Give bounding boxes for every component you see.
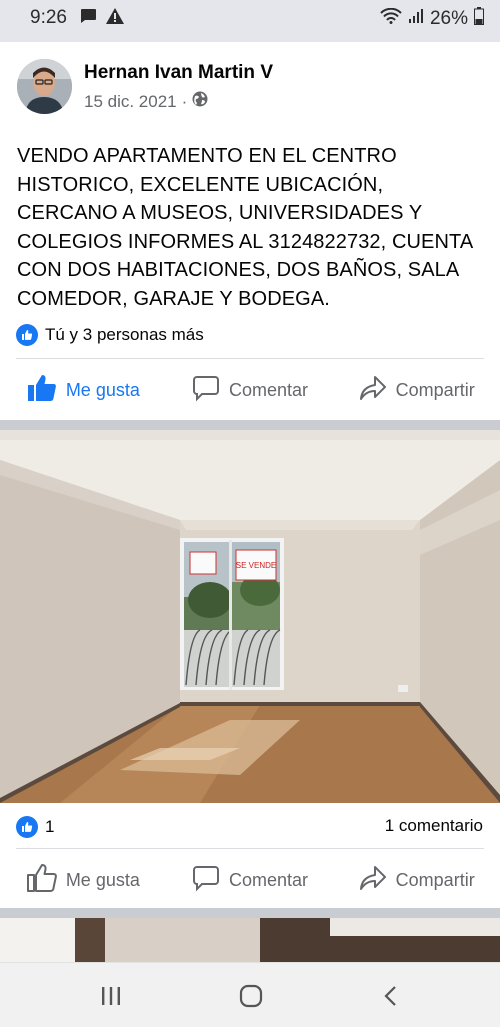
reactions-summary-2[interactable]: 1 <box>16 816 54 838</box>
warning-icon <box>106 8 124 29</box>
divider <box>16 358 484 359</box>
reactions-count: 1 <box>45 817 55 836</box>
share-label: Compartir <box>395 379 475 400</box>
recent-apps-button[interactable] <box>91 983 131 1009</box>
like-label: Me gusta <box>65 869 140 890</box>
share-label: Compartir <box>395 869 475 890</box>
reactions-text: Tú y 3 personas más <box>45 325 204 344</box>
share-button[interactable]: Compartir <box>333 362 500 418</box>
feed-separator <box>0 420 500 430</box>
comment-button[interactable]: Comentar <box>167 362 334 418</box>
back-button[interactable] <box>371 983 411 1009</box>
comment-label: Comentar <box>228 379 309 400</box>
like-icon <box>26 863 57 897</box>
like-label: Me gusta <box>65 379 140 400</box>
post-header: Hernan Ivan Martin V 15 dic. 2021 · <box>0 42 500 132</box>
share-button[interactable]: Compartir <box>333 852 500 908</box>
battery-text: 26% <box>429 8 468 29</box>
status-time: 9:26 <box>30 7 67 28</box>
like-icon <box>27 374 57 407</box>
meta-separator: · <box>181 91 188 111</box>
feed-separator <box>0 908 500 918</box>
author-name[interactable]: Hernan Ivan Martin V <box>84 62 273 84</box>
post-meta: 15 dic. 2021 · <box>84 91 208 112</box>
comments-count[interactable]: 1 comentario <box>385 816 483 836</box>
like-button[interactable]: Me gusta <box>0 362 167 418</box>
comment-button[interactable]: Comentar <box>167 852 334 908</box>
post-actions-2: Me gusta Comentar Compartir <box>0 852 500 908</box>
window-sign-text: SE VENDE <box>236 561 276 570</box>
like-reaction-icon <box>16 324 38 346</box>
globe-icon <box>192 91 208 112</box>
message-icon <box>79 8 97 29</box>
comment-label: Comentar <box>228 869 309 890</box>
share-icon <box>359 865 387 896</box>
status-bar: 9:26 26% <box>0 0 500 42</box>
divider <box>16 848 484 849</box>
comment-icon <box>192 374 220 407</box>
like-button[interactable]: Me gusta <box>0 852 167 908</box>
comment-icon <box>192 864 220 897</box>
next-post-photo[interactable] <box>0 918 500 963</box>
system-nav-bar <box>0 962 500 1027</box>
share-icon <box>359 375 387 406</box>
avatar[interactable] <box>17 59 72 114</box>
like-reaction-icon <box>16 816 38 838</box>
home-button[interactable] <box>231 983 271 1009</box>
reactions-summary[interactable]: Tú y 3 personas más <box>16 324 204 346</box>
signal-icon <box>408 8 424 30</box>
post-actions: Me gusta Comentar Compartir <box>0 362 500 418</box>
post-date[interactable]: 15 dic. 2021 <box>84 92 177 112</box>
post-photo[interactable]: SE VENDE <box>0 430 500 803</box>
battery-icon <box>474 7 484 31</box>
wifi-icon <box>380 7 402 30</box>
post-text: VENDO APARTAMENTO EN EL CENTRO HISTORICO… <box>17 145 473 310</box>
